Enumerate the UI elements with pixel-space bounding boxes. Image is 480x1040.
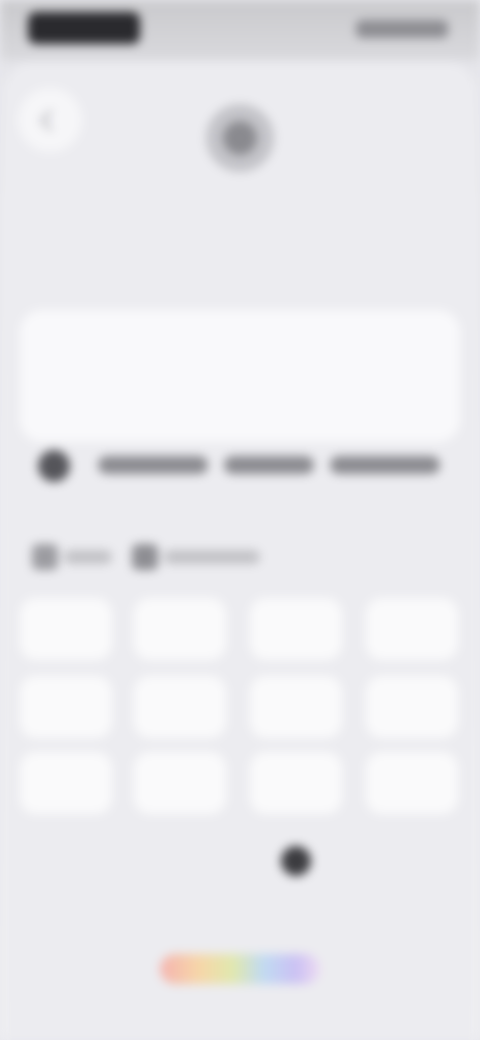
keypad-key[interactable]: [20, 598, 112, 660]
status-bar: [0, 0, 480, 60]
keypad-key[interactable]: [134, 752, 226, 814]
mode-label: [64, 550, 112, 564]
back-button[interactable]: [18, 88, 82, 152]
microphone-icon: [281, 846, 311, 876]
avatar[interactable]: [206, 104, 274, 172]
chevron-left-icon: [39, 109, 61, 131]
keypad-key[interactable]: [366, 676, 458, 738]
contact-name: [140, 204, 340, 244]
keypad-key[interactable]: [134, 830, 226, 892]
info-row[interactable]: [28, 444, 458, 488]
app-icon[interactable]: [132, 544, 158, 570]
keypad-key[interactable]: [250, 676, 342, 738]
message-input-placeholder: [30, 326, 260, 350]
keypad-key[interactable]: [134, 598, 226, 660]
keypad-key[interactable]: [366, 598, 458, 660]
keypad-key[interactable]: [366, 752, 458, 814]
app-label: [164, 550, 260, 564]
keypad-key[interactable]: [20, 752, 112, 814]
status-icons: [356, 20, 448, 38]
mode-icon[interactable]: [32, 544, 58, 570]
status-time: [28, 12, 140, 44]
assistant-bar[interactable]: [160, 954, 320, 984]
phone-screen: [0, 0, 480, 1040]
info-icon: [38, 450, 70, 482]
keypad-key[interactable]: [366, 830, 458, 892]
keypad-key[interactable]: [250, 598, 342, 660]
keypad-key[interactable]: [20, 676, 112, 738]
keypad-key[interactable]: [250, 752, 342, 814]
mode-row[interactable]: [28, 536, 278, 576]
keypad-key[interactable]: [134, 676, 226, 738]
voice-button[interactable]: [250, 830, 342, 892]
person-icon: [223, 121, 257, 155]
